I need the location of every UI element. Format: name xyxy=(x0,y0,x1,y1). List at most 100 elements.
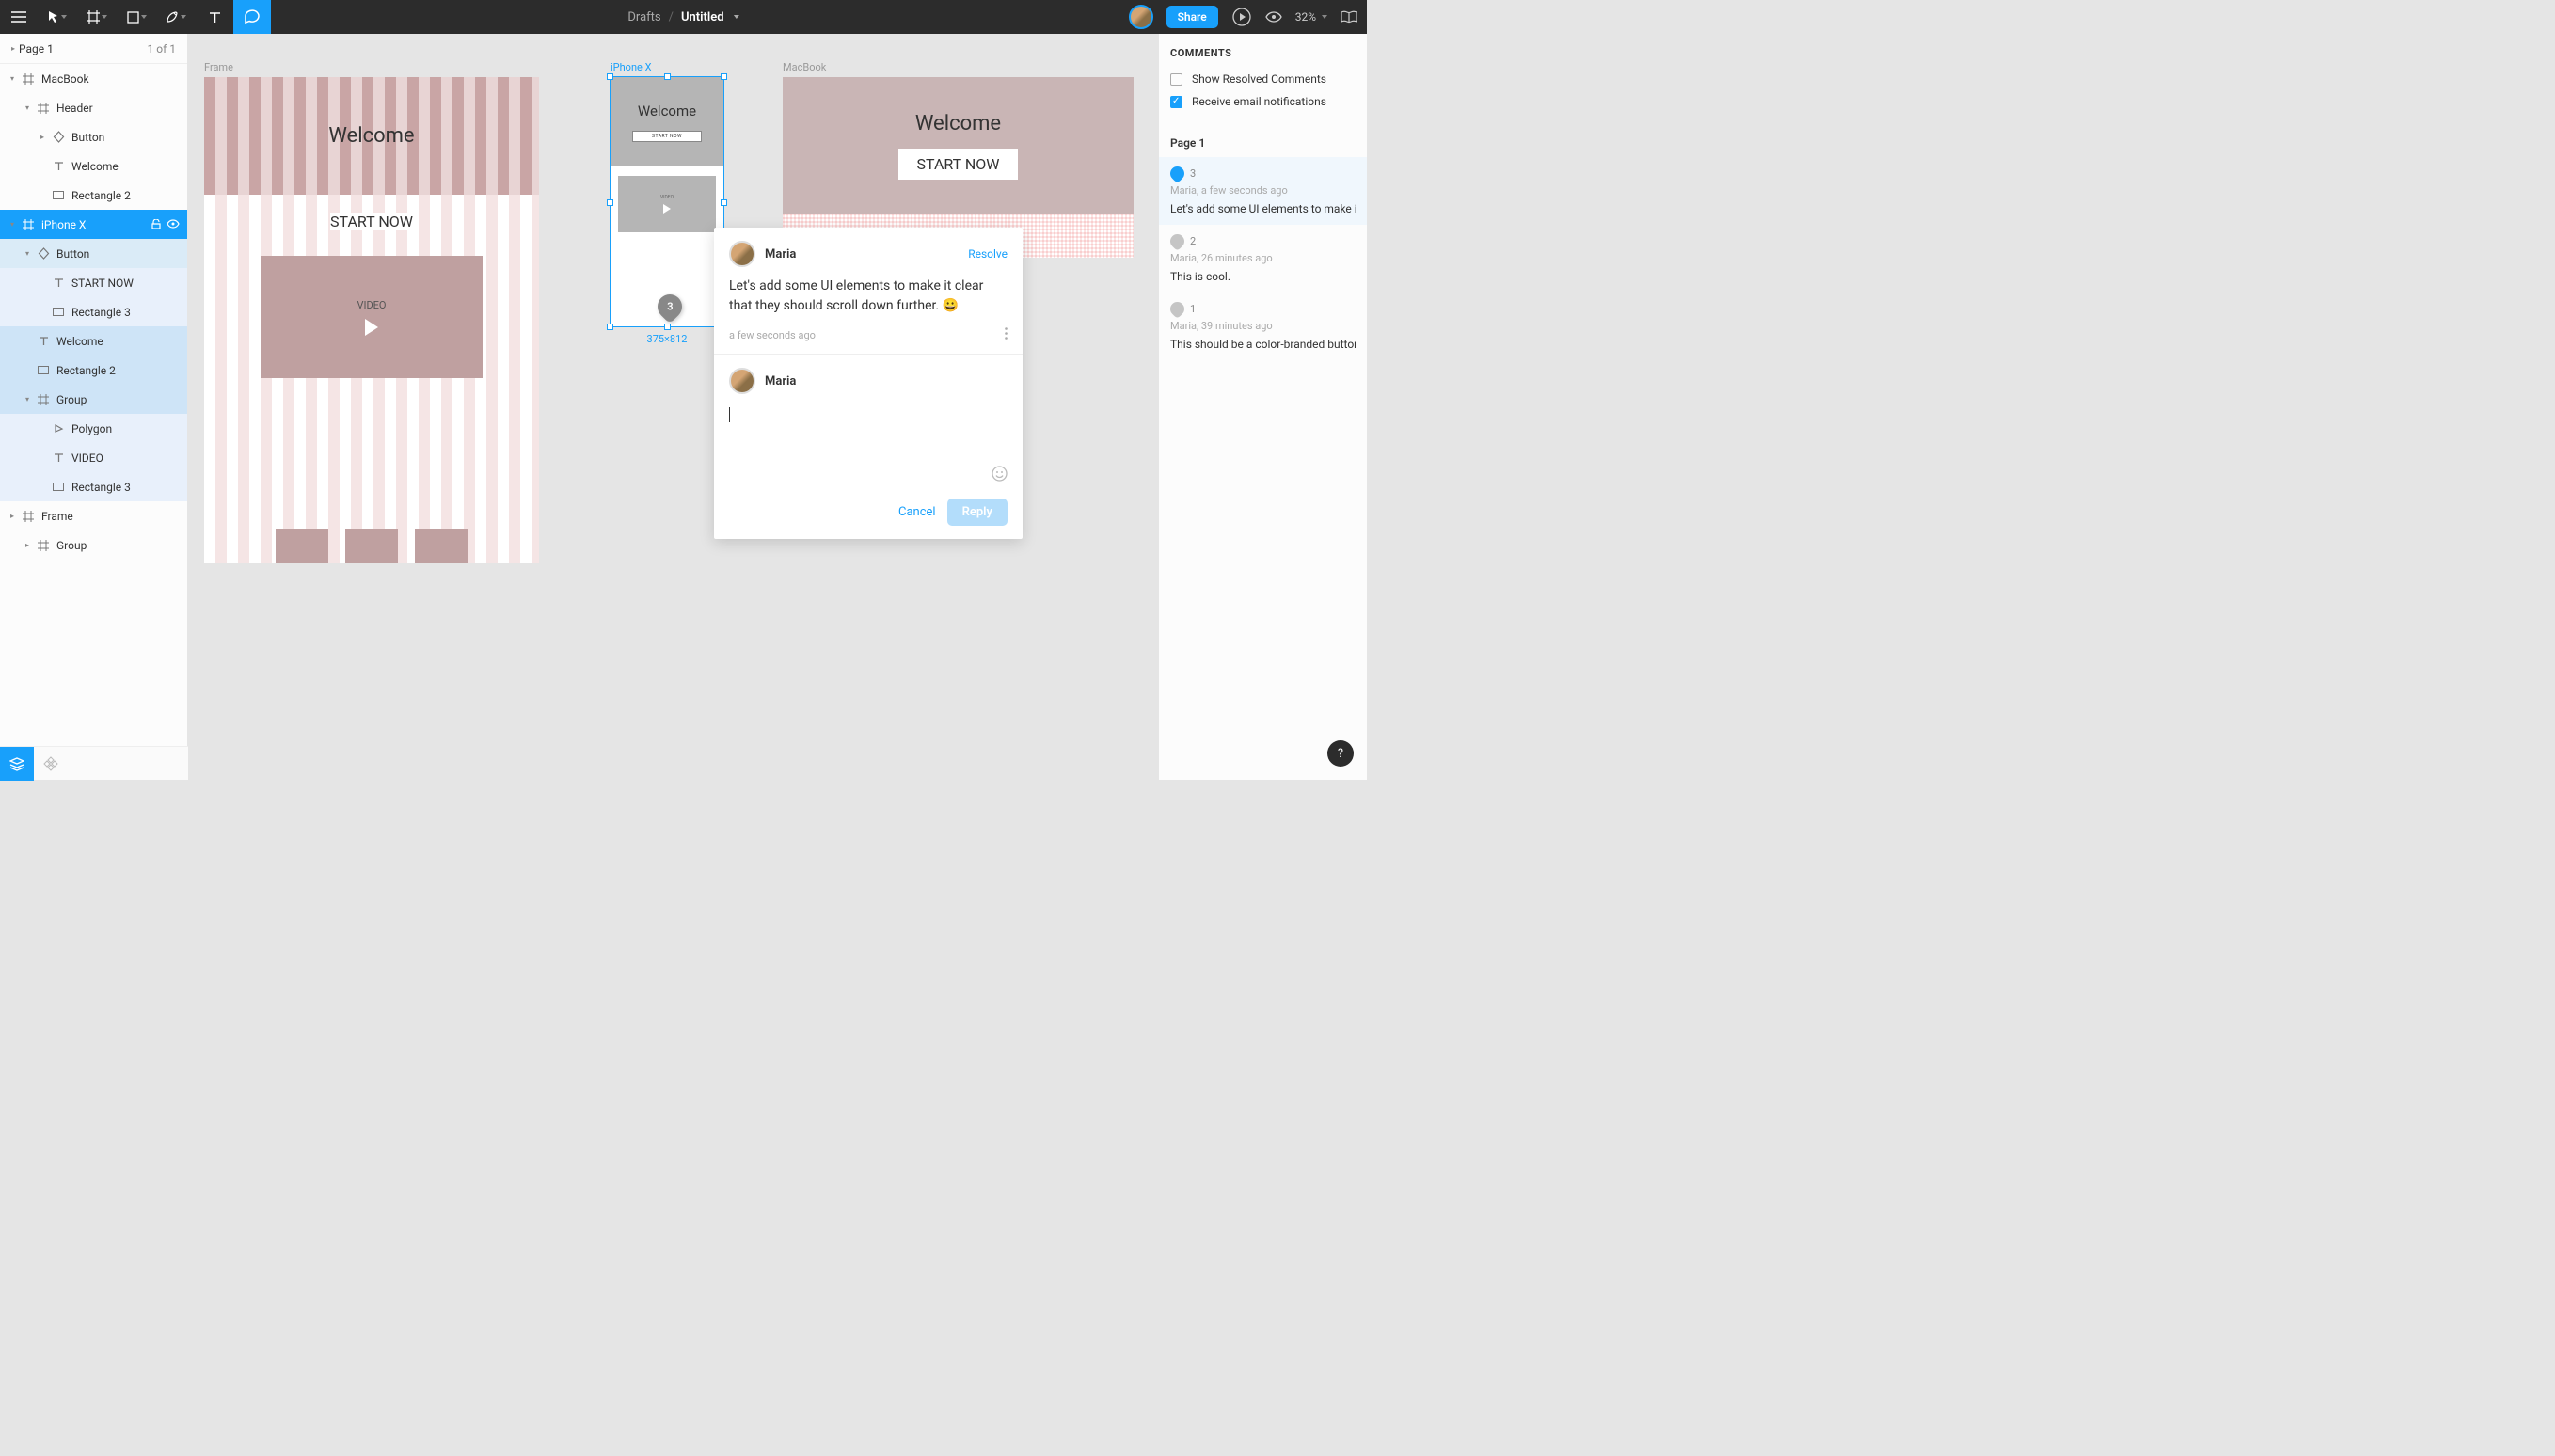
comment-pin-icon xyxy=(1167,164,1187,183)
thumbnail xyxy=(276,529,328,563)
layer-label: VIDEO xyxy=(71,451,103,465)
email-notif-toggle[interactable]: Receive email notifications xyxy=(1170,95,1356,108)
artboard-label[interactable]: MacBook xyxy=(783,61,826,73)
zoom-control[interactable]: 32% xyxy=(1295,10,1327,24)
frame-tool[interactable] xyxy=(77,0,117,34)
user-avatar[interactable] xyxy=(1129,5,1153,29)
layer-row[interactable]: Welcome xyxy=(0,326,187,356)
artboard-frame[interactable]: Frame Welcome START NOW VIDEO xyxy=(204,77,539,563)
layer-label: Rectangle 3 xyxy=(71,481,131,494)
show-resolved-toggle[interactable]: Show Resolved Comments xyxy=(1170,72,1356,86)
layer-row[interactable]: Rectangle 2 xyxy=(0,356,187,385)
canvas[interactable]: Frame Welcome START NOW VIDEO xyxy=(188,34,1158,780)
present-button[interactable] xyxy=(1231,7,1252,27)
file-title[interactable]: Untitled xyxy=(681,10,724,24)
text-icon xyxy=(51,159,66,174)
layer-row[interactable]: ▾iPhone X xyxy=(0,210,187,239)
layer-row[interactable]: Welcome xyxy=(0,151,187,181)
layer-row[interactable]: START NOW xyxy=(0,268,187,297)
layer-row[interactable]: Rectangle 3 xyxy=(0,472,187,501)
reply-button[interactable]: Reply xyxy=(947,499,1008,526)
move-tool[interactable] xyxy=(38,0,77,34)
layer-row[interactable]: ▸Button xyxy=(0,122,187,151)
checkbox-icon[interactable] xyxy=(1170,73,1182,86)
layer-row[interactable]: ▸Frame xyxy=(0,501,187,530)
comment-list-item[interactable]: 1 Maria, 39 minutes ago This should be a… xyxy=(1159,293,1367,360)
view-button[interactable] xyxy=(1265,11,1282,23)
library-button[interactable] xyxy=(1341,10,1357,24)
share-button[interactable]: Share xyxy=(1166,6,1218,28)
rect-icon xyxy=(51,480,66,495)
rect-icon xyxy=(51,188,66,203)
unlock-icon[interactable] xyxy=(151,219,161,229)
artboard-iphone[interactable]: iPhone X Welcome START NOW VIDEO 375×812 xyxy=(611,77,723,326)
comment-number: 3 xyxy=(1190,167,1196,180)
layer-row[interactable]: ▸Group xyxy=(0,530,187,560)
title-caret-icon[interactable] xyxy=(734,15,739,19)
pen-tool[interactable] xyxy=(156,0,196,34)
play-icon xyxy=(365,319,378,336)
comment-preview: This should be a color-branded button xyxy=(1170,338,1356,351)
comment-menu-icon[interactable] xyxy=(1005,327,1008,342)
comment-number: 1 xyxy=(1190,303,1196,315)
video-label: VIDEO xyxy=(660,195,674,200)
layer-row[interactable]: ▾MacBook xyxy=(0,64,187,93)
comment-number: 2 xyxy=(1190,235,1196,247)
breadcrumb-root[interactable]: Drafts xyxy=(627,10,660,24)
menu-button[interactable] xyxy=(0,0,38,34)
comment-popup: Maria Resolve Let's add some UI elements… xyxy=(714,228,1023,539)
frame-icon xyxy=(21,217,36,232)
comment-meta: Maria, 39 minutes ago xyxy=(1170,320,1356,332)
breadcrumb-separator: / xyxy=(669,10,674,24)
top-toolbar: Drafts / Untitled Share 32% xyxy=(0,0,1367,34)
comment-pin-icon xyxy=(1167,231,1187,251)
artboard-label[interactable]: iPhone X xyxy=(611,61,651,73)
shape-tool[interactable] xyxy=(117,0,156,34)
checkbox-icon[interactable] xyxy=(1170,96,1182,108)
help-button[interactable]: ? xyxy=(1327,740,1354,767)
start-now-button: START NOW xyxy=(330,213,413,230)
frame-icon xyxy=(36,392,51,407)
reply-input[interactable] xyxy=(729,407,1008,445)
emoji-icon[interactable] xyxy=(992,466,1008,485)
comment-list-item[interactable]: 2 Maria, 26 minutes ago This is cool. xyxy=(1159,225,1367,293)
comment-list-item[interactable]: 3 Maria, a few seconds ago Let's add som… xyxy=(1159,157,1367,225)
thumbnail xyxy=(345,529,398,563)
layer-row[interactable]: Polygon xyxy=(0,414,187,443)
frame-icon xyxy=(36,101,51,116)
layers-list: ▾MacBook▾Header▸ButtonWelcomeRectangle 2… xyxy=(0,64,187,560)
text-tool[interactable] xyxy=(196,0,233,34)
layer-label: Frame xyxy=(41,510,73,523)
layer-row[interactable]: VIDEO xyxy=(0,443,187,472)
visibility-icon[interactable] xyxy=(167,219,180,229)
welcome-text: Welcome xyxy=(915,112,1001,135)
layer-row[interactable]: ▾Button xyxy=(0,239,187,268)
comment-tool[interactable] xyxy=(233,0,271,34)
layer-label: Header xyxy=(56,102,93,115)
reply-avatar xyxy=(729,368,755,394)
components-mode-button[interactable] xyxy=(34,747,68,781)
layer-row[interactable]: Rectangle 3 xyxy=(0,297,187,326)
video-label: VIDEO xyxy=(357,299,386,311)
rect-icon xyxy=(51,305,66,320)
bottom-bar xyxy=(0,746,188,780)
layer-row[interactable]: ▾Group xyxy=(0,385,187,414)
comments-panel: COMMENTS Show Resolved Comments Receive … xyxy=(1158,34,1367,780)
layer-label: Group xyxy=(56,393,87,406)
comment-author: Maria xyxy=(765,247,796,261)
layers-panel: ▸Page 1 1 of 1 ▾MacBook▾Header▸ButtonWel… xyxy=(0,34,188,780)
layer-label: Group xyxy=(56,539,87,552)
layer-row[interactable]: ▾Header xyxy=(0,93,187,122)
welcome-text: Welcome xyxy=(638,103,696,119)
layer-row[interactable]: Rectangle 2 xyxy=(0,181,187,210)
cancel-button[interactable]: Cancel xyxy=(898,505,936,519)
welcome-text: Welcome xyxy=(328,124,414,148)
page-selector[interactable]: ▸Page 1 1 of 1 xyxy=(0,34,187,64)
artboard-label[interactable]: Frame xyxy=(204,61,233,73)
comment-avatar xyxy=(729,241,755,267)
resolve-button[interactable]: Resolve xyxy=(968,247,1008,261)
layer-label: Button xyxy=(56,247,89,261)
frame-icon xyxy=(36,538,51,553)
layers-mode-button[interactable] xyxy=(0,747,34,781)
comment-pin-icon xyxy=(1167,299,1187,319)
